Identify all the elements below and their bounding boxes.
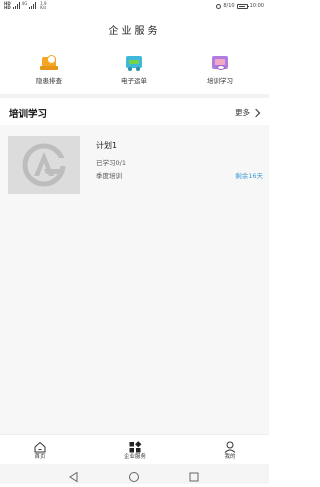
signal-icon bbox=[12, 2, 20, 9]
status-bar: HD HD 4G 1.9 K/s 8/10 10:00 bbox=[0, 0, 269, 16]
more-link[interactable]: 更多 bbox=[235, 107, 261, 118]
status-time: 10:00 bbox=[249, 3, 264, 9]
course-name: 计划1 bbox=[96, 141, 118, 150]
profile-icon bbox=[223, 438, 237, 453]
back-icon[interactable] bbox=[68, 468, 80, 483]
tab-label: 企业服务 bbox=[123, 454, 146, 460]
battery-icon bbox=[236, 3, 249, 9]
training-section-header: 培训学习 更多 bbox=[0, 98, 269, 125]
course-progress: 已学习0/1 bbox=[96, 159, 126, 167]
quick-actions: 隐患排查 电子运单 培训学习 bbox=[0, 55, 269, 91]
status-left: HD HD 4G 1.9 K/s bbox=[4, 2, 48, 10]
quick-action-label: 隐患排查 bbox=[36, 77, 62, 85]
quick-action-hazard-check[interactable]: 隐患排查 bbox=[19, 55, 79, 85]
hd-indicator: HD HD bbox=[4, 1, 11, 10]
alarm-icon bbox=[216, 3, 222, 9]
course-category: 季度培训 bbox=[96, 172, 122, 180]
training-icon bbox=[211, 55, 229, 71]
network-type: 4G bbox=[21, 1, 28, 6]
home-icon bbox=[33, 438, 47, 453]
course-logo-icon bbox=[22, 143, 68, 187]
more-label: 更多 bbox=[235, 108, 250, 117]
e-waybill-icon bbox=[125, 55, 143, 71]
home-circle-icon[interactable] bbox=[128, 468, 140, 482]
tab-enterprise-service[interactable]: 企业服务 bbox=[115, 438, 155, 460]
tab-home[interactable]: 首页 bbox=[20, 438, 60, 460]
tab-profile[interactable]: 我的 bbox=[210, 438, 250, 460]
quick-action-label: 电子运单 bbox=[121, 77, 147, 85]
signal-icon-2 bbox=[29, 2, 37, 9]
page-title: 企业服务 bbox=[108, 26, 161, 37]
quick-action-label: 培训学习 bbox=[207, 77, 233, 85]
hazard-check-icon bbox=[40, 55, 58, 71]
quick-action-training[interactable]: 培训学习 bbox=[190, 55, 250, 85]
recent-apps-icon[interactable] bbox=[188, 468, 200, 482]
course-item[interactable]: 计划1 已学习0/1 季度培训 剩余16天 bbox=[0, 128, 269, 200]
tab-label: 首页 bbox=[34, 454, 46, 460]
network-speed: 1.9 K/s bbox=[40, 1, 47, 10]
bottom-tab-bar: 首页 企业服务 我的 bbox=[0, 434, 269, 465]
status-right: 8/10 10:00 bbox=[216, 3, 264, 9]
chevron-right-icon bbox=[251, 108, 261, 117]
status-right-text: 8/10 bbox=[223, 3, 235, 9]
course-thumbnail bbox=[8, 136, 80, 194]
section-title: 培训学习 bbox=[9, 109, 48, 120]
tab-label: 我的 bbox=[224, 454, 236, 460]
course-remaining: 剩余16天 bbox=[235, 172, 263, 180]
system-nav-bar bbox=[0, 464, 269, 484]
quick-action-e-waybill[interactable]: 电子运单 bbox=[104, 55, 164, 85]
training-section: 培训学习 更多 计划1 已学习0/1 季度培训 剩余16天 bbox=[0, 98, 269, 434]
enterprise-service-icon bbox=[128, 438, 142, 453]
